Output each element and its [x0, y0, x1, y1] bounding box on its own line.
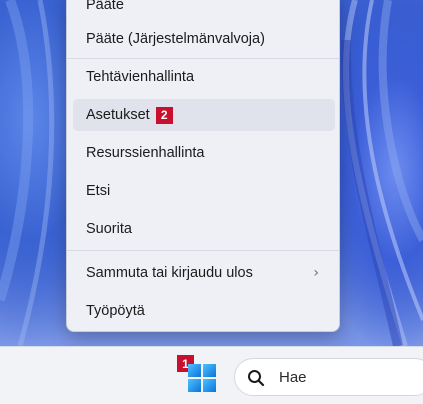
- windows-logo-icon: [203, 379, 216, 392]
- start-button[interactable]: [188, 364, 216, 392]
- menu-item-desktop[interactable]: Työpöytä: [73, 295, 335, 327]
- windows-logo-icon: [188, 364, 201, 377]
- menu-separator: [67, 58, 339, 59]
- search-placeholder: Hae: [279, 368, 307, 386]
- menu-item-label: Työpöytä: [86, 303, 145, 319]
- menu-item-label: Pääte (Järjestelmänvalvoja): [86, 31, 265, 47]
- menu-item-terminal-admin[interactable]: Pääte (Järjestelmänvalvoja): [73, 23, 335, 55]
- menu-item-file-explorer[interactable]: Resurssienhallinta: [73, 137, 335, 169]
- menu-item-search[interactable]: Etsi: [73, 175, 335, 207]
- menu-item-label: Pääte: [86, 0, 124, 13]
- menu-separator: [67, 250, 339, 251]
- menu-item-label: Etsi: [86, 183, 111, 199]
- menu-item-label: Tehtävienhallinta: [86, 69, 195, 85]
- search-box[interactable]: Hae: [234, 358, 423, 396]
- step-badge-2: 2: [155, 106, 173, 124]
- menu-item-settings[interactable]: Asetukset 2: [73, 99, 335, 131]
- taskbar: 1 Hae: [0, 346, 423, 404]
- menu-item-label: Sammuta tai kirjaudu ulos: [86, 265, 253, 281]
- windows-logo-icon: [188, 379, 201, 392]
- chevron-right-icon: ›: [313, 265, 319, 281]
- menu-item-label: Suorita: [86, 221, 132, 237]
- menu-item-label: Resurssienhallinta: [86, 145, 205, 161]
- menu-item-terminal[interactable]: Pääte: [73, 0, 335, 21]
- start-context-menu: Pääte Pääte (Järjestelmänvalvoja) Tehtäv…: [66, 0, 340, 332]
- windows-logo-icon: [203, 364, 216, 377]
- menu-item-label: Asetukset: [86, 107, 150, 123]
- menu-item-shutdown-signout[interactable]: Sammuta tai kirjaudu ulos ›: [73, 257, 335, 289]
- menu-item-task-manager[interactable]: Tehtävienhallinta: [73, 61, 335, 93]
- menu-item-run[interactable]: Suorita: [73, 213, 335, 245]
- search-icon: [248, 370, 265, 387]
